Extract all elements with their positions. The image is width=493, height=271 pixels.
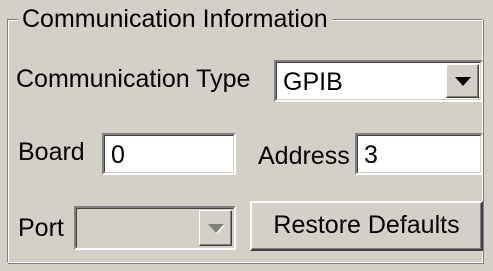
chevron-down-icon: [207, 224, 224, 233]
board-input[interactable]: 0: [102, 133, 236, 175]
address-value: 3: [364, 141, 378, 169]
group-title: Communication Information: [18, 3, 332, 35]
communication-type-select[interactable]: GPIB: [274, 60, 483, 102]
communication-panel: Communication Information Communication …: [0, 0, 493, 271]
communication-type-label: Communication Type: [16, 65, 251, 93]
communication-type-dropdown-button[interactable]: [446, 64, 479, 98]
restore-defaults-button[interactable]: Restore Defaults: [250, 201, 483, 251]
communication-type-value: GPIB: [283, 68, 343, 96]
address-input[interactable]: 3: [355, 133, 483, 175]
address-label: Address: [258, 142, 350, 170]
chevron-down-icon: [454, 77, 471, 86]
board-value: 0: [111, 141, 125, 169]
port-dropdown-button[interactable]: [199, 210, 232, 246]
port-label: Port: [18, 214, 64, 242]
board-label: Board: [18, 138, 85, 166]
port-select[interactable]: [74, 206, 236, 250]
